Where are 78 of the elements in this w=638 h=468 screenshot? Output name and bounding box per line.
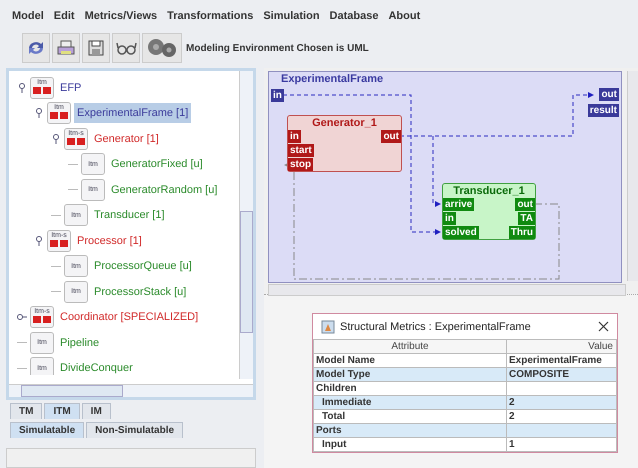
environment-label: Modeling Environment Chosen is UML	[186, 42, 369, 54]
table-cell: Children	[316, 383, 357, 394]
toolbar-button[interactable]	[112, 33, 140, 63]
input-port[interactable]: in	[271, 89, 284, 102]
text-field[interactable]	[6, 448, 256, 468]
input-port[interactable]: in	[288, 130, 301, 143]
expand-handle-icon[interactable]	[34, 108, 44, 118]
tab[interactable]: TM	[10, 403, 42, 420]
tab[interactable]: ITM	[44, 403, 80, 420]
menu-item[interactable]: Database	[330, 10, 378, 28]
sync-icon	[26, 39, 46, 57]
model-block[interactable]: Generator_1 in start stop out	[287, 115, 402, 172]
expand-handle-icon[interactable]	[51, 134, 61, 144]
output-port[interactable]: result	[588, 104, 619, 117]
input-port[interactable]: solved	[443, 226, 479, 239]
output-port[interactable]: Thru	[508, 226, 535, 239]
table-cell: Immediate	[322, 397, 372, 408]
table-cell: Total	[322, 411, 346, 422]
tree-item[interactable]: Generator [1]	[91, 128, 162, 149]
block-title: Transducer_1	[452, 184, 526, 198]
input-port[interactable]: in	[443, 212, 456, 225]
input-port[interactable]: start	[288, 144, 314, 157]
column-header[interactable]: Value	[506, 340, 616, 354]
toolbar-button[interactable]	[82, 33, 110, 63]
dialog-title: Structural Metrics : ExperimentalFrame	[340, 320, 532, 332]
table-cell: Model Type	[316, 369, 370, 380]
table-cell: Input	[322, 439, 346, 450]
tree-item[interactable]: GeneratorFixed [u]	[108, 154, 206, 174]
model-block[interactable]: Transducer_1 arrive in solved out TA Thru	[442, 183, 536, 240]
table-cell: COMPOSITE	[509, 369, 570, 380]
input-port[interactable]: arrive	[443, 198, 474, 211]
close-icon[interactable]	[598, 321, 609, 332]
tree-item[interactable]: ExperimentalFrame [1]	[74, 103, 192, 124]
vertical-scrollbar[interactable]	[239, 71, 253, 379]
tree-item[interactable]: GeneratorRandom [u]	[108, 180, 220, 200]
menu-item[interactable]: Transformations	[167, 10, 254, 28]
printer-icon	[56, 39, 76, 57]
toolbar-button[interactable]	[142, 33, 182, 63]
output-port[interactable]: TA	[518, 212, 535, 225]
toolbar-button[interactable]	[52, 33, 80, 63]
menu-item[interactable]: Metrics/Views	[84, 10, 158, 28]
tree-item[interactable]: ProcessorQueue [u]	[91, 256, 195, 276]
frame-title: ExperimentalFrame	[281, 73, 384, 85]
menu-item[interactable]: Model	[12, 10, 44, 28]
expand-handle-icon[interactable]	[17, 312, 27, 322]
tree-item[interactable]: Pipeline	[57, 332, 102, 353]
menu-item[interactable]: Simulation	[263, 10, 320, 28]
block-title: Generator_1	[311, 116, 378, 130]
tree-item[interactable]: EFP	[57, 78, 84, 98]
menu-item[interactable]: Edit	[54, 10, 75, 28]
output-port[interactable]: out	[381, 130, 401, 143]
vertical-scrollbar[interactable]	[627, 71, 638, 281]
tree-item[interactable]: Processor [1]	[74, 230, 145, 251]
toolbar-button[interactable]	[22, 33, 50, 63]
app-icon	[321, 320, 335, 334]
tab[interactable]: IM	[82, 403, 111, 420]
table-cell: Model Name	[316, 355, 375, 366]
output-port[interactable]: out	[515, 198, 535, 211]
table-cell: ExperimentalFrame	[509, 355, 602, 366]
table-cell: 2	[509, 411, 515, 422]
gears-icon	[145, 38, 179, 58]
table-cell: 1	[509, 439, 515, 450]
input-port[interactable]: stop	[288, 158, 314, 171]
tree-item[interactable]: Coordinator [SPECIALIZED]	[57, 307, 202, 328]
expand-handle-icon[interactable]	[17, 82, 27, 93]
menu-item[interactable]: About	[388, 10, 420, 28]
table-cell: Ports	[316, 425, 342, 436]
expand-handle-icon[interactable]	[34, 236, 44, 246]
horizontal-scrollbar[interactable]	[9, 384, 253, 398]
table-cell: 2	[509, 397, 515, 408]
tab[interactable]: Simulatable	[10, 422, 84, 438]
tab[interactable]: Non-Simulatable	[86, 422, 184, 438]
tree-item[interactable]: ProcessorStack [u]	[91, 282, 190, 302]
tree-item[interactable]: DivideConquer	[57, 358, 136, 375]
column-header[interactable]: Attribute	[314, 340, 506, 354]
output-port[interactable]: out	[599, 88, 619, 101]
horizontal-scrollbar[interactable]	[268, 284, 626, 296]
tree-item[interactable]: Transducer [1]	[91, 205, 168, 226]
